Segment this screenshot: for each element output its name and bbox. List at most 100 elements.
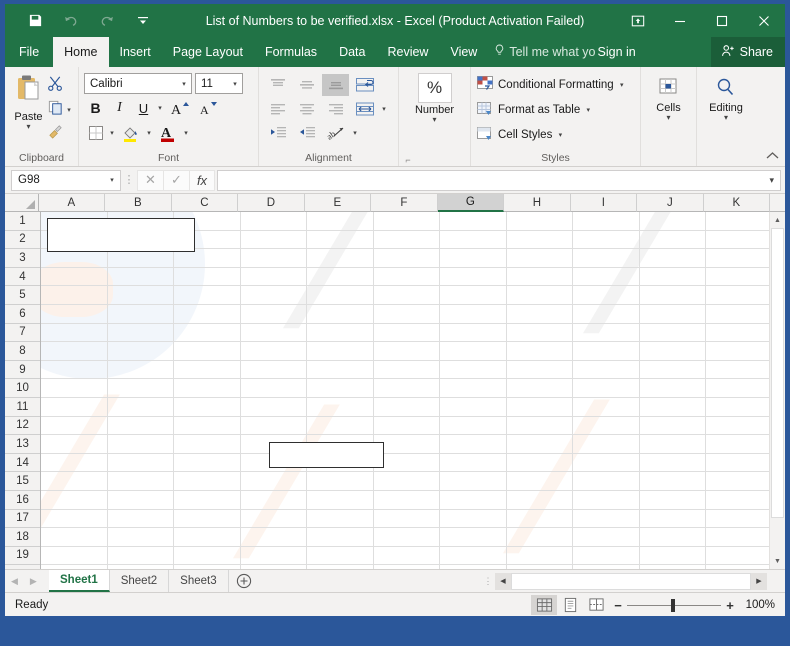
- horizontal-scrollbar[interactable]: ⋮ ◀ ▶: [259, 570, 785, 592]
- ribbon-display-options-icon[interactable]: [617, 4, 659, 37]
- maximize-icon[interactable]: [701, 4, 743, 37]
- fill-color-caret-icon[interactable]: ▾: [145, 129, 153, 137]
- number-format-button[interactable]: % Number ▾: [404, 71, 465, 124]
- top-align-button[interactable]: [264, 74, 291, 96]
- enter-formula-icon[interactable]: ✓: [163, 169, 189, 191]
- page-layout-view-icon[interactable]: [557, 595, 583, 615]
- cells-button[interactable]: Cells ▾: [646, 71, 691, 122]
- zoom-out-button[interactable]: −: [609, 598, 627, 613]
- merge-and-center-button[interactable]: [351, 98, 378, 120]
- row-header-3[interactable]: 3: [5, 249, 40, 268]
- format-painter-button[interactable]: [47, 123, 73, 144]
- column-header-g[interactable]: G: [437, 194, 505, 212]
- center-align-button[interactable]: [293, 98, 320, 120]
- copy-button[interactable]: ▾: [47, 99, 73, 120]
- font-size-combo[interactable]: 11 ▾: [195, 73, 243, 94]
- row-header-5[interactable]: 5: [5, 286, 40, 305]
- wrap-text-button[interactable]: [351, 74, 378, 96]
- tab-review[interactable]: Review: [376, 37, 439, 67]
- italic-button[interactable]: I: [108, 97, 131, 119]
- borders-caret-icon[interactable]: ▾: [108, 129, 116, 137]
- paste-button[interactable]: Paste ▾: [10, 71, 47, 131]
- close-icon[interactable]: [743, 4, 785, 37]
- save-icon[interactable]: [17, 8, 53, 34]
- decrease-indent-button[interactable]: [264, 122, 291, 144]
- tab-formulas[interactable]: Formulas: [254, 37, 328, 67]
- cell-styles-button[interactable]: Cell Styles ▾: [476, 124, 635, 146]
- format-as-table-caret-icon[interactable]: ▾: [584, 106, 592, 114]
- column-header-k[interactable]: K: [703, 194, 771, 212]
- align-left-button[interactable]: [264, 98, 291, 120]
- sign-in-link[interactable]: Sign in: [598, 37, 636, 67]
- increase-indent-button[interactable]: [293, 122, 320, 144]
- redo-icon[interactable]: [89, 8, 125, 34]
- customize-qat-icon[interactable]: [125, 8, 161, 34]
- column-header-f[interactable]: F: [371, 194, 438, 212]
- column-header-b[interactable]: B: [105, 194, 172, 212]
- align-right-button[interactable]: [322, 98, 349, 120]
- number-dialog-launcher-icon[interactable]: ⌐: [403, 155, 413, 165]
- font-color-caret-icon[interactable]: ▾: [182, 129, 190, 137]
- borders-button[interactable]: [84, 122, 107, 144]
- tab-home[interactable]: Home: [53, 37, 109, 67]
- horizontal-scroll-track[interactable]: [511, 572, 751, 590]
- row-header-17[interactable]: 17: [5, 509, 40, 529]
- sheet-splitter-grip[interactable]: ⋮: [481, 577, 495, 586]
- font-size-caret-icon[interactable]: ▾: [231, 80, 239, 88]
- tab-file[interactable]: File: [5, 37, 53, 67]
- number-caret-icon[interactable]: ▾: [432, 116, 436, 124]
- row-header-13[interactable]: 13: [5, 435, 40, 454]
- tell-me-search[interactable]: Tell me what yo: [494, 37, 596, 67]
- editing-caret-icon[interactable]: ▾: [724, 114, 728, 122]
- select-all-corner[interactable]: [5, 194, 39, 212]
- underline-caret-icon[interactable]: ▾: [156, 104, 164, 112]
- orientation-caret-icon[interactable]: ▾: [351, 129, 359, 137]
- text-box-top[interactable]: [47, 218, 195, 252]
- vertical-scrollbar[interactable]: ▲ ▼: [769, 212, 785, 569]
- zoom-slider-handle[interactable]: [671, 598, 675, 612]
- increase-font-size-button[interactable]: A: [165, 97, 192, 119]
- scroll-up-icon[interactable]: ▲: [770, 212, 785, 228]
- sheet-tab-sheet1[interactable]: Sheet1: [49, 570, 110, 592]
- font-color-button[interactable]: A: [154, 122, 181, 144]
- column-header-e[interactable]: E: [304, 194, 372, 212]
- formula-bar-grip[interactable]: ⋮: [121, 174, 137, 185]
- hscroll-left-icon[interactable]: ◀: [495, 572, 511, 590]
- name-box-caret-icon[interactable]: ▾: [108, 176, 116, 184]
- row-header-12[interactable]: 12: [5, 416, 40, 436]
- zoom-percentage[interactable]: 100%: [739, 599, 779, 611]
- row-header-1[interactable]: 1: [5, 212, 40, 231]
- row-header-11[interactable]: 11: [5, 397, 40, 417]
- sheet-tab-sheet3[interactable]: Sheet3: [169, 570, 229, 592]
- name-box[interactable]: G98 ▾: [11, 169, 121, 191]
- formula-input[interactable]: ▾: [217, 169, 781, 191]
- tab-insert[interactable]: Insert: [109, 37, 162, 67]
- hscroll-right-icon[interactable]: ▶: [751, 572, 767, 590]
- decrease-font-size-button[interactable]: A: [193, 97, 220, 119]
- conditional-formatting-button[interactable]: Conditional Formatting ▾: [476, 74, 635, 96]
- cells-area[interactable]: [41, 212, 769, 569]
- text-box-middle[interactable]: [269, 442, 384, 468]
- bottom-align-button[interactable]: [322, 74, 349, 96]
- font-name-caret-icon[interactable]: ▾: [180, 80, 188, 88]
- zoom-in-button[interactable]: +: [721, 598, 739, 613]
- column-header-i[interactable]: I: [570, 194, 638, 212]
- previous-sheet-icon[interactable]: ◀: [11, 576, 18, 587]
- column-header-h[interactable]: H: [504, 194, 571, 212]
- orientation-button[interactable]: ab: [322, 122, 349, 144]
- row-header-16[interactable]: 16: [5, 490, 40, 510]
- fill-color-button[interactable]: [117, 122, 144, 144]
- tab-page-layout[interactable]: Page Layout: [162, 37, 254, 67]
- cancel-formula-icon[interactable]: ✕: [137, 169, 163, 191]
- copy-caret-icon[interactable]: ▾: [65, 106, 73, 114]
- paste-caret-icon[interactable]: ▾: [26, 123, 30, 131]
- tab-data[interactable]: Data: [328, 37, 376, 67]
- row-header-6[interactable]: 6: [5, 304, 40, 324]
- page-break-preview-icon[interactable]: [583, 595, 609, 615]
- vertical-scroll-thumb[interactable]: [771, 228, 784, 518]
- insert-function-icon[interactable]: fx: [189, 169, 215, 191]
- row-header-7[interactable]: 7: [5, 323, 40, 343]
- row-header-2[interactable]: 2: [5, 230, 40, 250]
- add-sheet-button[interactable]: [229, 570, 259, 592]
- undo-icon[interactable]: [53, 8, 89, 34]
